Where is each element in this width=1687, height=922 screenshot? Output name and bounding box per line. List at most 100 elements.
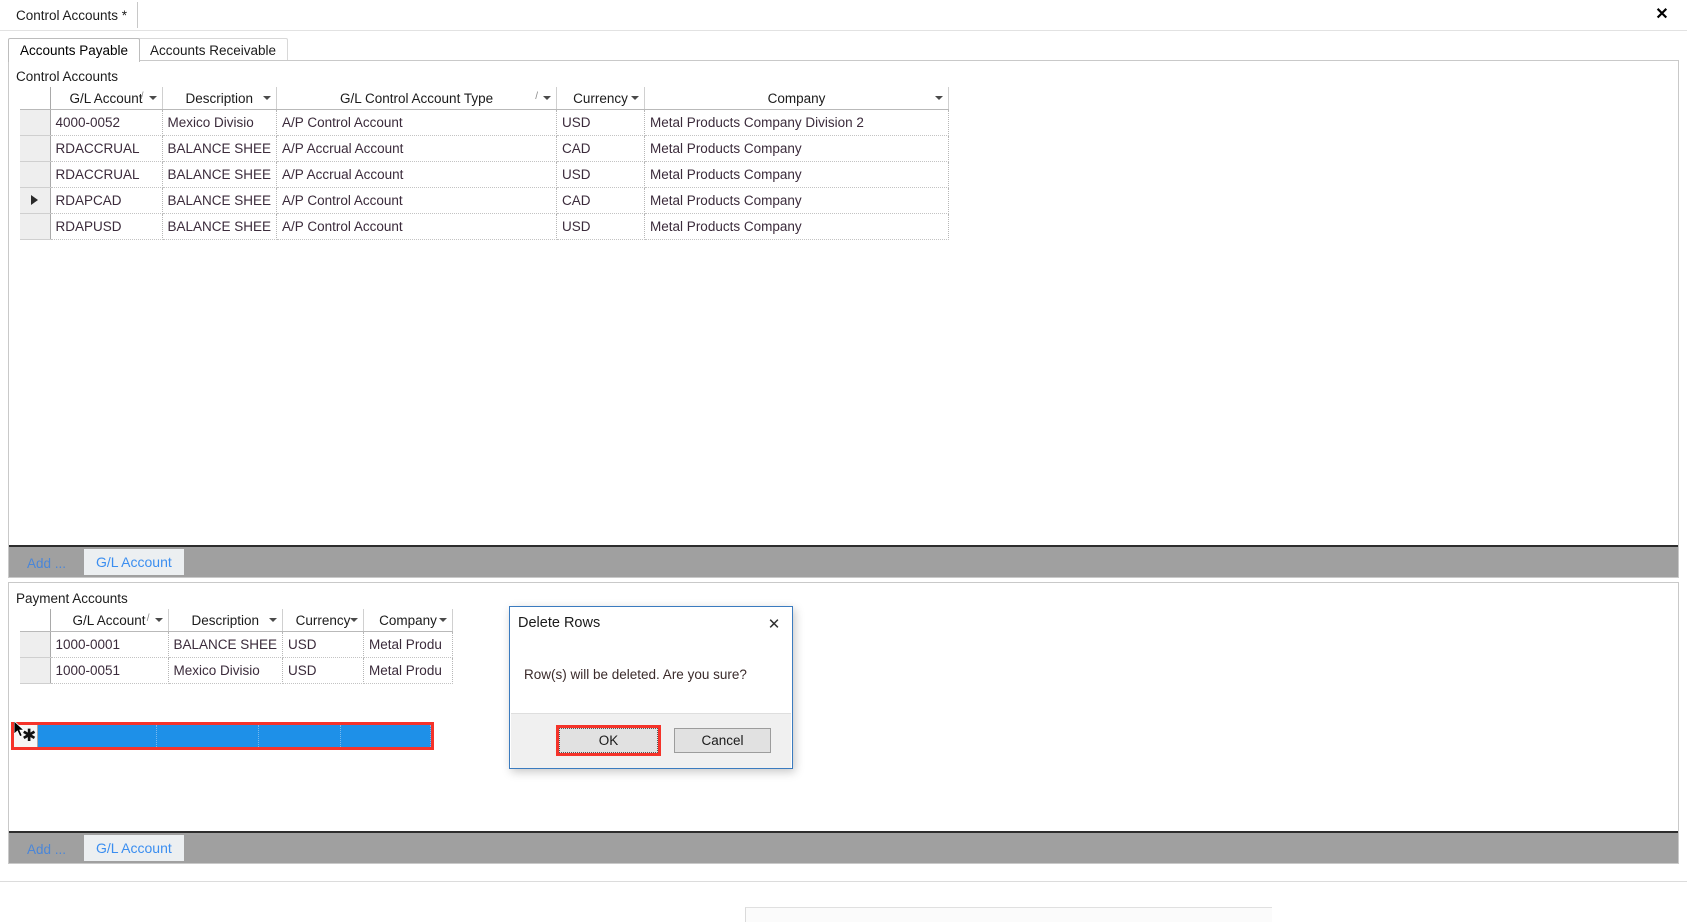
new-row-selector-cell[interactable]: ✱ — [14, 725, 38, 747]
control-accounts-column-header-select-all[interactable] — [20, 87, 51, 110]
table-row[interactable]: 1000-0001 BALANCE SHEE USD Metal Produ — [20, 631, 454, 658]
new-row-cell[interactable] — [38, 725, 157, 747]
cell-gl_account[interactable]: RDACCRUAL — [50, 135, 163, 162]
delete-rows-dialog: Delete Rows ✕ Row(s) will be deleted. Ar… — [509, 606, 793, 769]
cell-type[interactable]: A/P Accrual Account — [276, 161, 558, 188]
cell-currency[interactable]: USD — [282, 631, 365, 658]
control-accounts-add-gl-account-button[interactable]: G/L Account — [84, 549, 184, 575]
table-row[interactable]: RDACCRUAL BALANCE SHEE A/P Accrual Account… — [20, 135, 950, 162]
row-selector-cell[interactable] — [20, 161, 51, 188]
payment-accounts-add-bar: Add ... G/L Account — [9, 831, 1678, 863]
table-row[interactable]: RDAPCAD BALANCE SHEE A/P Control Account CA… — [20, 187, 950, 214]
cell-currency[interactable]: USD — [556, 161, 646, 188]
column-header-label: G/L Control Account Type — [340, 90, 494, 106]
sort-indicator-icon: / — [146, 613, 150, 624]
cell-gl_account[interactable]: 4000-0052 — [50, 109, 163, 136]
chevron-down-icon[interactable] — [935, 96, 944, 100]
payment-accounts-column-header-description[interactable]: Description — [168, 609, 284, 632]
chevron-down-icon[interactable] — [543, 96, 552, 100]
chevron-down-icon[interactable] — [439, 618, 448, 622]
tab-accounts-receivable-label: Accounts Receivable — [150, 43, 277, 58]
payment-accounts-add-label: Add ... — [27, 842, 67, 857]
cell-description[interactable]: BALANCE SHEE — [168, 631, 284, 658]
new-row-cell[interactable] — [157, 725, 259, 747]
chevron-down-icon[interactable] — [269, 618, 278, 622]
row-selector-cell[interactable] — [20, 213, 51, 240]
ok-button[interactable]: OK — [556, 725, 661, 756]
chevron-down-icon[interactable] — [263, 96, 272, 100]
table-row[interactable]: RDACCRUAL BALANCE SHEE A/P Accrual Account… — [20, 161, 950, 188]
cell-description[interactable]: BALANCE SHEE — [162, 187, 278, 214]
row-selector-cell[interactable] — [20, 109, 51, 136]
cell-company[interactable]: Metal Products Company — [644, 187, 950, 214]
payment-accounts-add-chip-label: G/L Account — [96, 840, 172, 856]
control-accounts-column-header-description[interactable]: Description — [162, 87, 278, 110]
new-row-cell[interactable] — [259, 725, 341, 747]
document-tab-control-accounts[interactable]: Control Accounts * — [8, 2, 139, 28]
tab-accounts-payable[interactable]: Accounts Payable — [8, 38, 141, 62]
control-accounts-column-header-g-l-account[interactable]: G/L Account / — [50, 87, 163, 110]
cell-company[interactable]: Metal Products Company Division 2 — [644, 109, 950, 136]
row-selector-cell[interactable] — [20, 187, 51, 214]
payment-accounts-column-header-company[interactable]: Company — [363, 609, 454, 632]
cancel-button[interactable]: Cancel — [674, 728, 771, 753]
cell-description[interactable]: BALANCE SHEE — [162, 161, 278, 188]
control-accounts-column-header-currency[interactable]: Currency — [556, 87, 646, 110]
payment-accounts-new-row[interactable]: ✱ — [11, 722, 434, 750]
cell-company[interactable]: Metal Products Company — [644, 213, 950, 240]
cell-company[interactable]: Metal Products Company — [644, 161, 950, 188]
payment-accounts-grid[interactable]: G/L Account / Description Currency Company 10… — [20, 609, 454, 684]
control-accounts-grid[interactable]: G/L Account / Description G/L Control Accou… — [20, 87, 950, 240]
control-accounts-column-header-g-l-control-account-type[interactable]: G/L Control Account Type / — [276, 87, 558, 110]
cell-type[interactable]: A/P Control Account — [276, 109, 558, 136]
control-accounts-column-header-company[interactable]: Company — [644, 87, 950, 110]
chevron-down-icon[interactable] — [154, 618, 163, 622]
cell-gl_account[interactable]: RDACCRUAL — [50, 161, 163, 188]
document-tab-label: Control Accounts * — [16, 7, 128, 23]
payment-accounts-column-header-select-all[interactable] — [20, 609, 51, 632]
cell-type[interactable]: A/P Accrual Account — [276, 135, 558, 162]
cell-type[interactable]: A/P Control Account — [276, 213, 558, 240]
payment-accounts-column-header-g-l-account[interactable]: G/L Account / — [50, 609, 169, 632]
cell-description[interactable]: BALANCE SHEE — [162, 135, 278, 162]
cell-currency[interactable]: CAD — [556, 187, 646, 214]
chevron-down-icon[interactable] — [148, 96, 157, 100]
payment-accounts-add-gl-account-button[interactable]: G/L Account — [84, 835, 184, 861]
row-selector-cell[interactable] — [20, 135, 51, 162]
close-icon[interactable]: ✕ — [1651, 3, 1673, 25]
cell-company[interactable]: Metal Produ — [363, 631, 454, 658]
status-bar — [0, 881, 1687, 922]
table-row[interactable]: RDAPUSD BALANCE SHEE A/P Control Account US… — [20, 213, 950, 240]
row-selector-cell[interactable] — [20, 631, 51, 658]
cell-description[interactable]: BALANCE SHEE — [162, 213, 278, 240]
tab-accounts-receivable[interactable]: Accounts Receivable — [138, 38, 289, 62]
chevron-down-icon[interactable] — [350, 618, 359, 622]
close-icon[interactable]: ✕ — [762, 613, 786, 635]
table-row[interactable]: 1000-0051 Mexico Divisio USD Metal Produ — [20, 657, 454, 684]
payment-accounts-column-header-currency[interactable]: Currency — [282, 609, 365, 632]
cell-gl_account[interactable]: RDAPUSD — [50, 213, 163, 240]
cell-currency[interactable]: USD — [556, 213, 646, 240]
cell-gl_account[interactable]: RDAPCAD — [50, 187, 163, 214]
dialog-footer: OK Cancel — [511, 713, 791, 768]
control-accounts-add-label: Add ... — [27, 556, 67, 571]
sort-indicator-icon: / — [140, 91, 144, 102]
dialog-message: Row(s) will be deleted. Are you sure? — [524, 667, 747, 682]
sort-indicator-icon: / — [535, 91, 539, 102]
row-selector-cell[interactable] — [20, 657, 51, 684]
cell-type[interactable]: A/P Control Account — [276, 187, 558, 214]
payment-accounts-caption: Payment Accounts — [16, 591, 128, 606]
cell-description[interactable]: Mexico Divisio — [168, 657, 284, 684]
cell-currency[interactable]: CAD — [556, 135, 646, 162]
table-row[interactable]: 4000-0052 Mexico Divisio A/P Control Accou… — [20, 109, 950, 136]
cell-company[interactable]: Metal Products Company — [644, 135, 950, 162]
cell-company[interactable]: Metal Produ — [363, 657, 454, 684]
asterisk-icon: ✱ — [22, 726, 37, 745]
cell-currency[interactable]: USD — [556, 109, 646, 136]
new-row-cell[interactable] — [341, 725, 431, 747]
chevron-down-icon[interactable] — [631, 96, 640, 100]
cell-description[interactable]: Mexico Divisio — [162, 109, 278, 136]
cell-currency[interactable]: USD — [282, 657, 365, 684]
cell-gl_account[interactable]: 1000-0051 — [50, 657, 169, 684]
cell-gl_account[interactable]: 1000-0001 — [50, 631, 169, 658]
